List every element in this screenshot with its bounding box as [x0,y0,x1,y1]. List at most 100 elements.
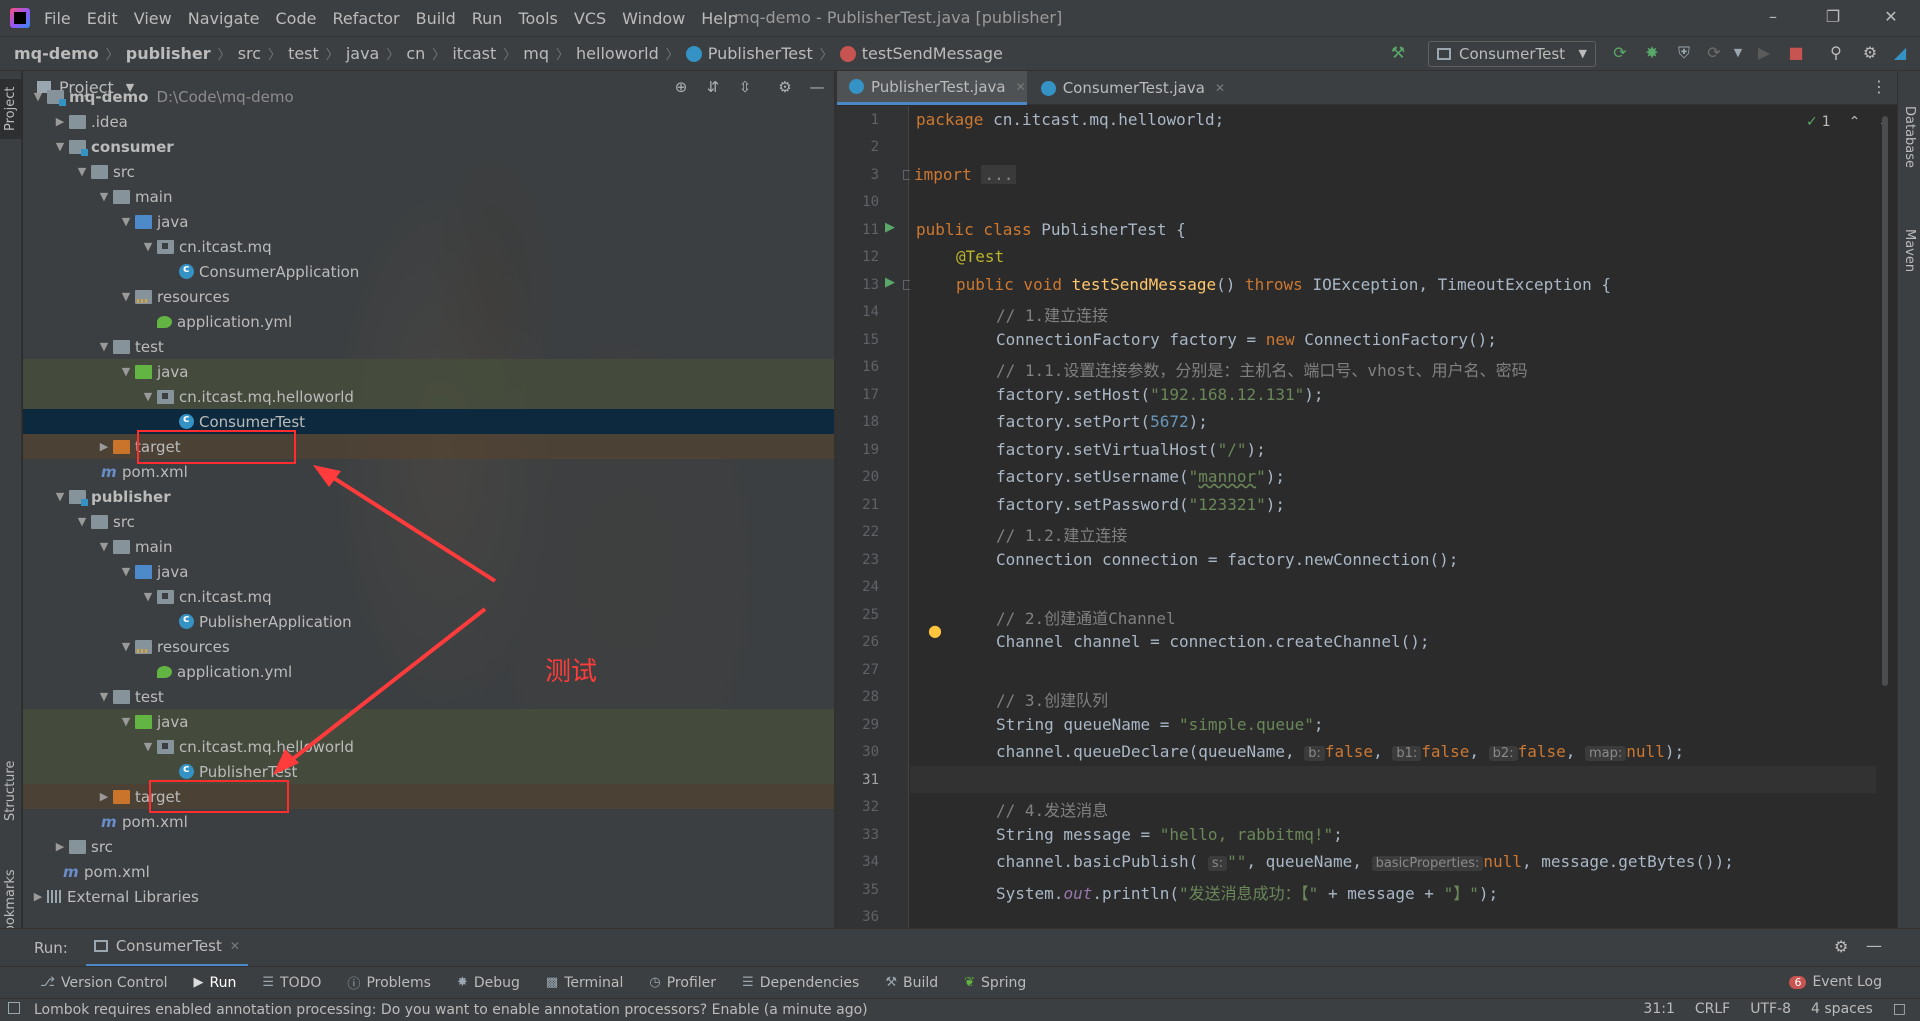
tree-row[interactable]: ▼ cn.itcast.mq.helloworld [23,734,834,759]
tree-row[interactable]: m pom.xml [23,859,834,884]
chevron-down-icon[interactable]: ▼ [139,590,157,603]
tool-profiler[interactable]: ◷ Profiler [649,975,716,991]
breadcrumb-cn[interactable]: cn [406,44,425,63]
tree-row[interactable]: ▼ src [23,159,834,184]
editor-scrollbar[interactable] [1880,106,1890,706]
tree-row[interactable]: ▶ .idea [23,109,834,134]
chevron-down-icon[interactable]: ▼ [117,290,135,303]
menu-refactor[interactable]: Refactor [332,9,399,28]
chevron-down-icon[interactable]: ▼ [139,740,157,753]
more-run-icon[interactable]: ▼ [1728,43,1748,63]
tree-row[interactable]: PublisherApplication [23,609,834,634]
menu-edit[interactable]: Edit [87,9,118,28]
tab-publisher-test[interactable]: PublisherTest.java ✕ [837,71,1027,105]
hide-panel-icon[interactable]: — [1866,936,1882,955]
chevron-right-icon[interactable]: ▶ [95,790,113,803]
tool-todo[interactable]: ☰ TODO [262,975,321,991]
menu-navigate[interactable]: Navigate [188,9,260,28]
chevron-down-icon[interactable]: ▼ [95,690,113,703]
tool-version-control[interactable]: ⎇ Version Control [40,975,168,991]
menu-code[interactable]: Code [276,9,317,28]
tool-tab-database[interactable]: Database [1898,87,1920,187]
chevron-down-icon[interactable]: ▼ [139,240,157,253]
chevron-down-icon[interactable]: ▼ [73,515,91,528]
tool-build[interactable]: ⚒ Build [885,975,938,991]
tree-row[interactable]: ▶ External Libraries [23,884,834,909]
close-tab-icon[interactable]: ✕ [1215,81,1225,95]
settings-gear-icon[interactable]: ⚙ [1860,43,1880,63]
tool-tab-project[interactable]: Project [0,79,22,139]
menu-help[interactable]: Help [701,9,737,28]
chevron-down-icon[interactable]: ▼ [117,640,135,653]
chevron-right-icon[interactable]: ▶ [51,115,69,128]
chevron-down-icon[interactable]: ▼ [29,90,47,103]
tree-row[interactable]: ▼ consumer [23,134,834,159]
breadcrumb-mq[interactable]: mq [523,44,549,63]
run-play-icon[interactable]: ▶ [1754,43,1774,63]
tree-row[interactable]: ▶ src [23,834,834,859]
chevron-down-icon[interactable]: ▼ [117,565,135,578]
indent-setting[interactable]: 4 spaces [1811,1001,1873,1017]
chevron-down-icon[interactable]: ▼ [117,215,135,228]
menu-vcs[interactable]: VCS [574,9,606,28]
tree-row[interactable]: ▼ cn.itcast.mq [23,584,834,609]
run-method-gutter-icon[interactable]: ▶ [885,275,901,291]
chevron-right-icon[interactable]: ▶ [29,890,47,903]
breadcrumb-test[interactable]: test [288,44,319,63]
tab-consumer-test[interactable]: ConsumerTest.java ✕ [1029,71,1225,105]
stop-icon[interactable]: ■ [1786,43,1806,63]
tree-row[interactable]: ▼ java [23,359,834,384]
line-separator[interactable]: CRLF [1695,1001,1730,1017]
tree-row[interactable]: ▼ src [23,509,834,534]
profile-icon[interactable]: ⟳ [1704,43,1724,63]
restore-icon[interactable]: ❐ [1822,6,1844,28]
chevron-down-icon[interactable]: ▼ [117,715,135,728]
settings-gear-icon[interactable]: ⚙ [1834,937,1848,956]
chevron-right-icon[interactable]: ▶ [51,840,69,853]
breadcrumb-class[interactable]: PublisherTest [708,44,813,63]
breadcrumb-method[interactable]: testSendMessage [862,44,1003,63]
tool-tab-structure[interactable]: Structure [0,751,22,831]
inspection-widget[interactable]: ✓ 1 ⌃ ⌄ [1806,114,1890,130]
tree-row[interactable]: application.yml [23,659,834,684]
tree-row[interactable]: ConsumerApplication [23,259,834,284]
breadcrumb-src[interactable]: src [238,44,261,63]
tool-dependencies[interactable]: ☰ Dependencies [742,975,859,991]
tree-row[interactable]: ▼ mq-demo D:\Code\mq-demo [23,84,834,109]
tree-row[interactable]: ▼ cn.itcast.mq [23,234,834,259]
chevron-down-icon[interactable]: ▼ [95,540,113,553]
tree-row[interactable]: ▼ java [23,209,834,234]
breadcrumb-itcast[interactable]: itcast [452,44,496,63]
breadcrumb-helloworld[interactable]: helloworld [576,44,659,63]
status-message[interactable]: Lombok requires enabled annotation proce… [34,1002,868,1018]
caret-position[interactable]: 31:1 [1643,1001,1674,1017]
minimize-icon[interactable]: – [1762,6,1784,28]
tree-row[interactable]: ▼ java [23,709,834,734]
chevron-down-icon[interactable]: ▼ [51,490,69,503]
chevron-down-icon[interactable]: ▼ [73,165,91,178]
scrollbar-thumb[interactable] [1882,116,1888,686]
tree-row[interactable]: ▼ main [23,184,834,209]
tree-row[interactable]: ▼ resources [23,284,834,309]
menu-tools[interactable]: Tools [518,9,557,28]
build-hammer-icon[interactable]: ⚒ [1388,43,1408,63]
tree-row[interactable]: ▼ cn.itcast.mq.helloworld [23,384,834,409]
folded-imports[interactable]: ... [981,165,1017,184]
chevron-down-icon[interactable]: ▼ [51,140,69,153]
search-icon[interactable]: ⚲ [1826,43,1846,63]
rerun-icon[interactable]: ⟳ [1610,43,1630,63]
tool-problems[interactable]: ⓘ Problems [347,973,431,993]
chevron-down-icon[interactable]: ▼ [95,340,113,353]
chevron-down-icon[interactable]: ▼ [95,190,113,203]
more-options-icon[interactable]: ⋮ [1871,77,1887,96]
lock-icon[interactable]: □ [1893,1001,1906,1017]
tree-row[interactable]: ▼ test [23,684,834,709]
tool-terminal[interactable]: ▩ Terminal [546,975,623,991]
menu-build[interactable]: Build [416,9,456,28]
tool-spring[interactable]: ❦ Spring [964,975,1026,991]
chevron-up-icon[interactable]: ⌃ [1849,114,1861,130]
jetbrains-toolbox-icon[interactable]: ◢ [1890,43,1910,63]
tree-row[interactable]: ▶ target [23,784,834,809]
code-editor[interactable]: package cn.itcast.mq.helloworld; import … [910,106,1876,928]
tool-event-log[interactable]: 6 Event Log [1789,974,1882,990]
